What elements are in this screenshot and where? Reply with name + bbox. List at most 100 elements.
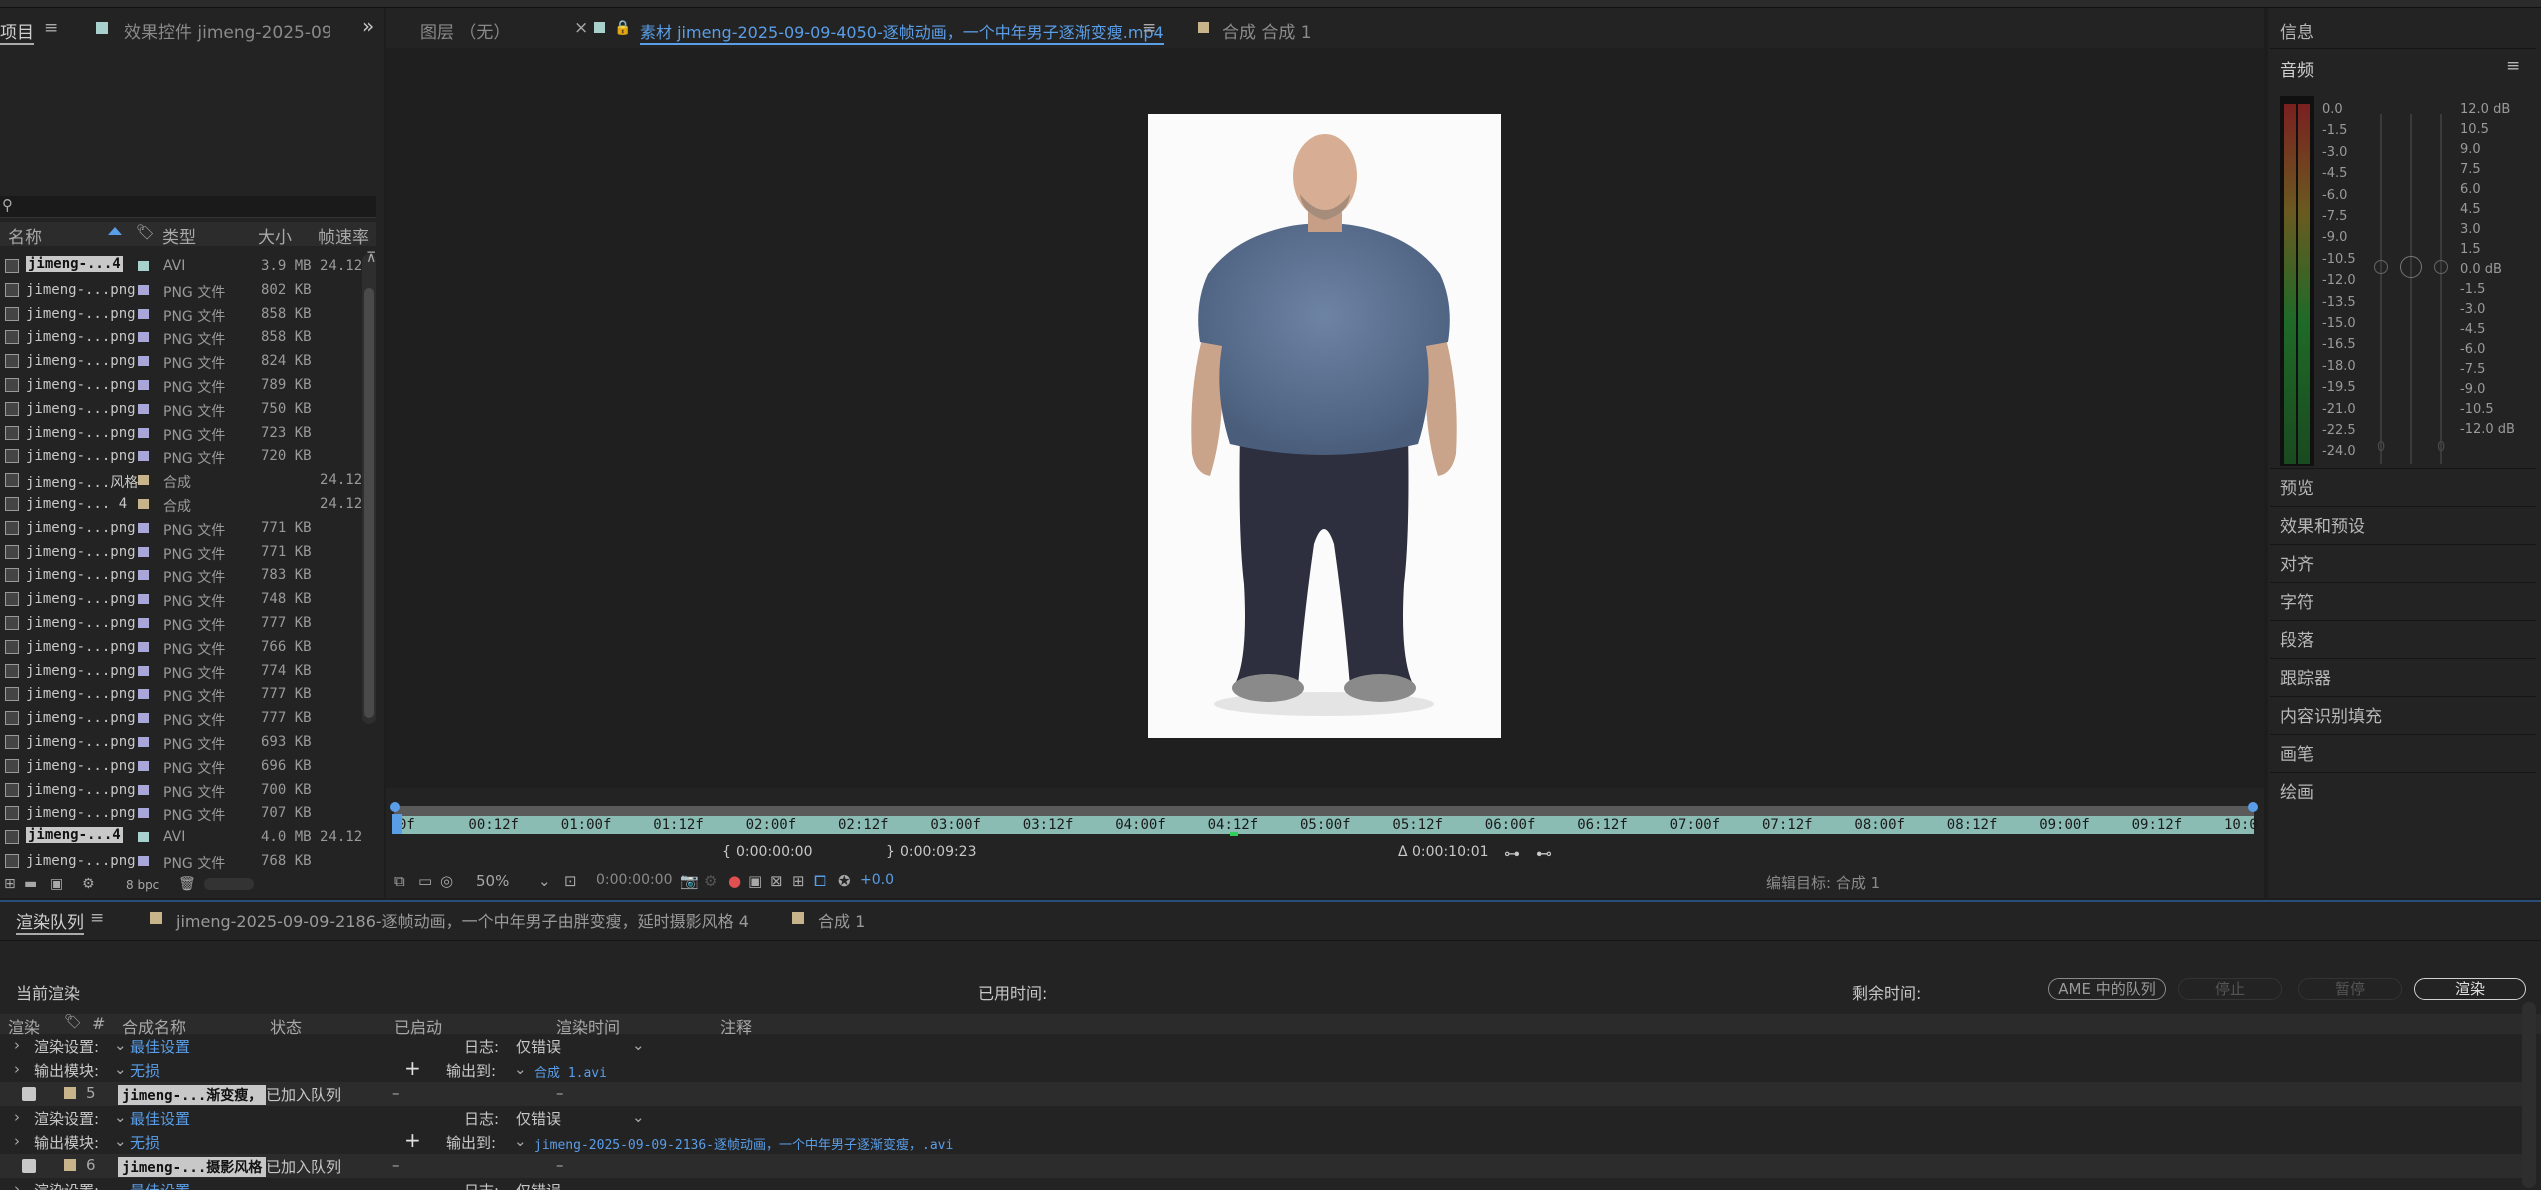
interpret-footage-icon[interactable]: ⊞: [4, 876, 16, 892]
project-item-row[interactable]: jimeng-...png PNG 文件 748 KB: [0, 587, 360, 611]
project-item-row[interactable]: jimeng-...4 AVI 3.9 MB 24.12: [0, 254, 362, 278]
tab-project[interactable]: 项目: [0, 18, 34, 45]
item-comp-name[interactable]: jimeng-...摄影风格: [118, 1157, 267, 1177]
label-tag-icon[interactable]: 🏷: [64, 1014, 82, 1030]
show-snapshot-icon[interactable]: ⚙: [704, 872, 717, 890]
new-composition-icon[interactable]: ▣: [50, 876, 63, 892]
item-label-swatch[interactable]: [138, 261, 149, 271]
project-item-row[interactable]: jimeng-...png PNG 文件 774 KB: [0, 659, 360, 683]
project-item-row[interactable]: jimeng-...png PNG 文件 750 KB: [0, 397, 360, 421]
panel-menu-icon[interactable]: ≡: [44, 18, 58, 38]
chevron-down-icon[interactable]: ⌄: [514, 1060, 527, 1078]
flowchart-icon[interactable]: ⊼: [366, 250, 376, 266]
item-name[interactable]: jimeng-... 4: [26, 496, 127, 512]
3d-view-icon[interactable]: ⧠: [814, 872, 826, 890]
add-output-icon[interactable]: +: [404, 1056, 421, 1080]
item-label-swatch[interactable]: [138, 427, 149, 438]
item-label-swatch[interactable]: [138, 546, 149, 557]
item-label-swatch[interactable]: [138, 784, 149, 795]
project-item-row[interactable]: jimeng-...png PNG 文件 802 KB: [0, 278, 360, 302]
project-item-row[interactable]: jimeng-... 4 合成 24.12: [0, 492, 362, 516]
item-label-swatch[interactable]: [138, 594, 149, 605]
monitor-icon[interactable]: ▭: [418, 872, 432, 890]
expand-chevron-icon[interactable]: ›: [14, 1060, 20, 1078]
rq-menu-icon[interactable]: ≡: [90, 908, 104, 928]
project-item-row[interactable]: jimeng-...png PNG 文件 783 KB: [0, 563, 360, 587]
item-label-swatch[interactable]: [138, 356, 149, 367]
item-label-swatch[interactable]: [138, 380, 149, 390]
item-label-swatch[interactable]: [138, 499, 149, 509]
item-name[interactable]: jimeng-...png: [26, 448, 136, 464]
trash-icon[interactable]: 🗑: [178, 876, 196, 892]
item-label-swatch[interactable]: [138, 475, 149, 486]
project-item-row[interactable]: jimeng-...png PNG 文件 777 KB: [0, 706, 360, 730]
exposure-icon[interactable]: ✪: [838, 872, 851, 890]
item-label-swatch[interactable]: [138, 284, 149, 295]
col-type[interactable]: 类型: [162, 223, 196, 248]
project-item-row[interactable]: jimeng-...png PNG 文件 720 KB: [0, 444, 360, 468]
project-search-input[interactable]: ⚲: [0, 196, 376, 218]
render-item-5[interactable]: 5 jimeng-...渐变瘦， 已加入队列 – –: [0, 1082, 2530, 1106]
transparency-grid-icon[interactable]: ⊠: [770, 872, 783, 890]
project-scrollbar[interactable]: [362, 254, 376, 724]
exposure-value[interactable]: +0.0: [860, 872, 894, 888]
item-label-swatch[interactable]: [138, 665, 149, 676]
thumbnail-slider[interactable]: [204, 878, 254, 890]
item-label-swatch[interactable]: [138, 856, 149, 866]
item-name[interactable]: jimeng-...png: [26, 663, 136, 679]
item-name[interactable]: jimeng-...png: [26, 591, 136, 607]
viewer-menu-icon[interactable]: ≡: [1142, 18, 1156, 38]
item-name[interactable]: jimeng-...png: [26, 710, 136, 726]
item-name[interactable]: jimeng-...png: [26, 306, 136, 322]
panel-title[interactable]: 内容识别填充: [2280, 702, 2382, 727]
project-item-row[interactable]: jimeng-...png PNG 文件 824 KB: [0, 349, 360, 373]
bpc-indicator[interactable]: 8 bpc: [126, 878, 159, 892]
panel-title[interactable]: 绘画: [2280, 778, 2314, 803]
region-of-interest-icon[interactable]: ▣: [748, 872, 762, 890]
chevron-down-icon[interactable]: ⌄: [114, 1132, 127, 1150]
chevron-down-icon[interactable]: ⌄: [632, 1108, 645, 1126]
close-tab-icon[interactable]: ×: [574, 18, 588, 38]
render-settings-link[interactable]: 最佳设置: [130, 1036, 190, 1057]
tab-render-queue[interactable]: 渲染队列: [16, 908, 84, 935]
zoom-select[interactable]: 50%: [476, 872, 509, 890]
panel-title[interactable]: 跟踪器: [2280, 664, 2331, 689]
audio-panel-title[interactable]: 音频: [2280, 56, 2314, 81]
pause-button[interactable]: 暂停: [2298, 978, 2402, 1000]
item-name[interactable]: jimeng-...png: [26, 758, 136, 774]
project-item-row[interactable]: jimeng-...png PNG 文件 771 KB: [0, 516, 360, 540]
item-label-swatch[interactable]: [138, 713, 149, 724]
chevron-down-icon[interactable]: ⌄: [114, 1108, 127, 1126]
chevron-down-icon[interactable]: ⌄: [114, 1036, 127, 1054]
item-label-swatch[interactable]: [138, 403, 149, 414]
item-comp-name[interactable]: jimeng-...渐变瘦，: [118, 1085, 267, 1105]
item-name[interactable]: jimeng-...png: [26, 377, 136, 393]
tab-effect-controls[interactable]: 效果控件 jimeng-2025-09-09-2: [124, 18, 330, 43]
log-select[interactable]: 仅错误: [516, 1180, 561, 1190]
chevron-down-icon[interactable]: ⌄: [632, 1036, 645, 1054]
in-point-time[interactable]: 0:00:00:00: [736, 844, 813, 860]
panel-title[interactable]: 段落: [2280, 626, 2314, 651]
item-name[interactable]: jimeng-...png: [26, 615, 136, 631]
item-name[interactable]: jimeng-...png: [26, 686, 136, 702]
expand-chevron-icon[interactable]: ›: [14, 1132, 20, 1150]
item-name[interactable]: jimeng-...png: [26, 353, 136, 369]
stop-button[interactable]: 停止: [2178, 978, 2282, 1000]
sort-ascending-icon[interactable]: [108, 227, 122, 235]
color-channels-icon[interactable]: ●: [728, 872, 741, 890]
output-module-link[interactable]: 无损: [130, 1060, 160, 1081]
render-queue-scrollbar[interactable]: [2522, 1002, 2536, 1188]
tab-composition[interactable]: 合成 合成 1: [1222, 18, 1312, 43]
add-output-icon[interactable]: +: [404, 1128, 421, 1152]
panel-title[interactable]: 画笔: [2280, 740, 2314, 765]
item-name[interactable]: jimeng-...png: [26, 734, 136, 750]
panel-title[interactable]: 效果和预设: [2280, 512, 2365, 537]
chevron-down-icon[interactable]: ⌄: [114, 1060, 127, 1078]
label-tag-icon[interactable]: 🏷: [136, 223, 155, 241]
expand-chevron-icon[interactable]: ›: [14, 1108, 20, 1126]
project-item-row[interactable]: jimeng-...png PNG 文件 766 KB: [0, 635, 360, 659]
panel-title[interactable]: 对齐: [2280, 550, 2314, 575]
item-label-swatch[interactable]: [138, 760, 149, 771]
overlay-edit-icon[interactable]: ⊷: [1536, 844, 1552, 863]
chevron-down-icon[interactable]: ⌄: [514, 1132, 527, 1150]
